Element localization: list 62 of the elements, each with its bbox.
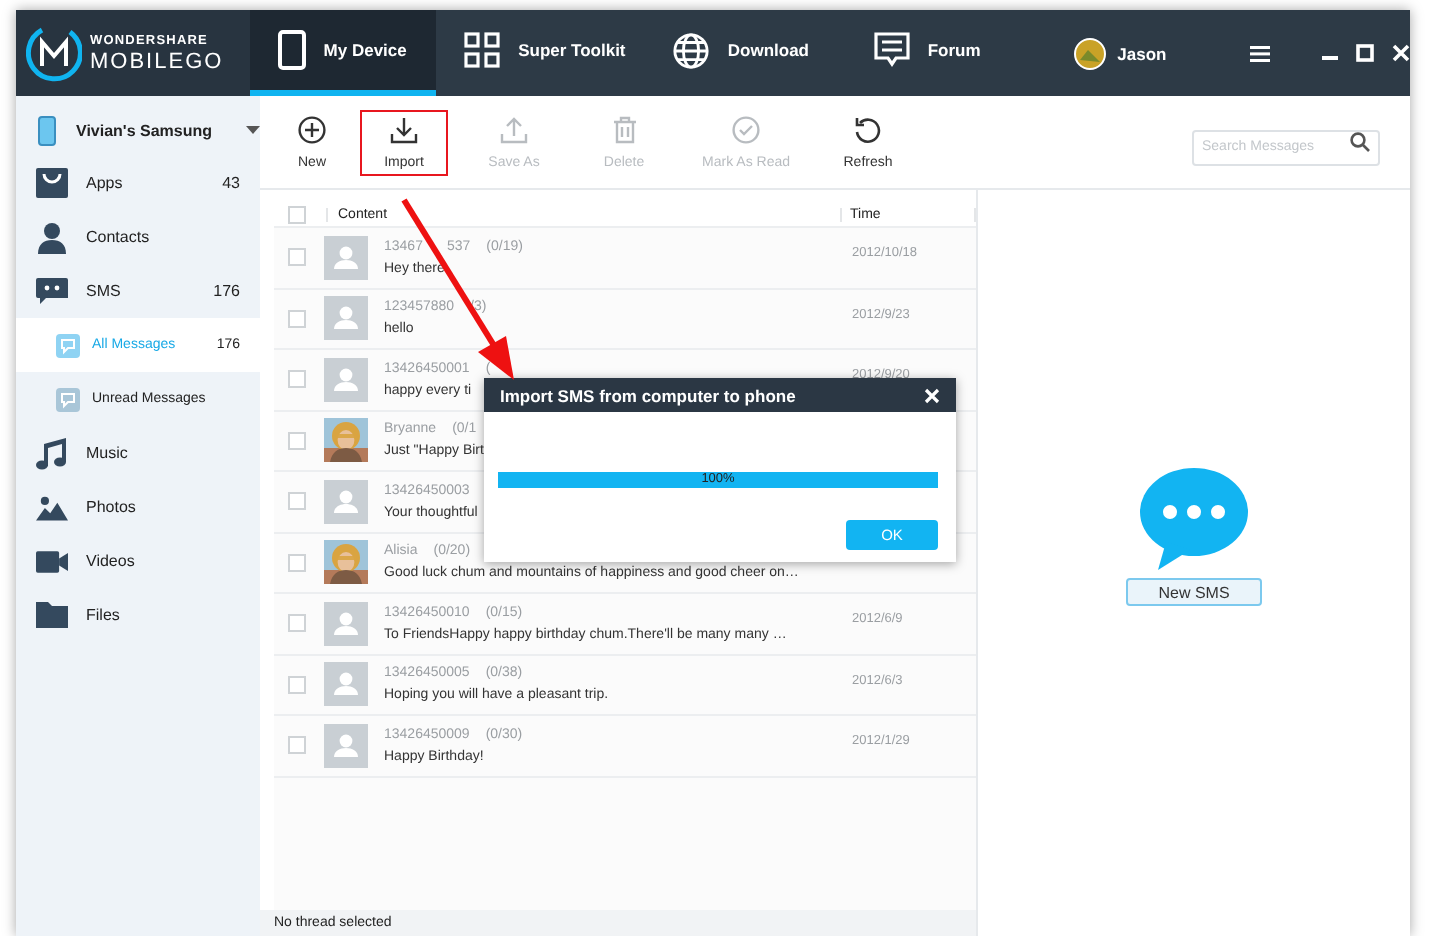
checkbox[interactable] <box>288 736 306 755</box>
video-camera-icon <box>36 549 68 573</box>
new-sms-button[interactable]: New SMS <box>1126 578 1262 606</box>
refresh-icon <box>854 115 883 143</box>
checkbox[interactable] <box>288 553 306 572</box>
chat-icon <box>56 333 80 357</box>
nav-tab[interactable]: Forum <box>845 10 1054 96</box>
checkbox[interactable] <box>288 370 306 389</box>
close-icon[interactable] <box>1391 44 1410 62</box>
sidebar-item[interactable]: Music <box>16 426 260 480</box>
sidebar-item[interactable]: Photos <box>16 480 260 534</box>
upload-icon <box>500 115 529 143</box>
music-note-icon <box>36 437 68 469</box>
avatar-icon <box>324 296 368 341</box>
product-name: MOBILEGO <box>90 49 224 73</box>
forum-icon <box>873 31 910 69</box>
chat-icon <box>56 387 80 411</box>
nav-tab[interactable]: Download <box>643 10 846 96</box>
dropdown-caret-icon[interactable] <box>246 126 260 134</box>
close-icon[interactable] <box>924 387 940 403</box>
checkbox[interactable] <box>288 431 306 450</box>
avatar-icon <box>324 235 368 280</box>
checkbox[interactable] <box>288 205 306 223</box>
avatar-icon <box>324 723 368 768</box>
dialog-title: Import SMS from computer to phone <box>500 385 796 405</box>
checkbox[interactable] <box>288 492 306 511</box>
sidebar-item[interactable]: Files <box>16 588 260 642</box>
mountain-icon <box>36 493 68 521</box>
sidebar-item[interactable]: SMS 176 <box>16 264 260 318</box>
globe-icon <box>671 31 710 69</box>
chat-bubble-icon <box>1138 466 1250 574</box>
bag-icon <box>36 168 68 198</box>
phone-icon <box>277 30 306 70</box>
avatar-icon <box>324 357 368 402</box>
checkbox[interactable] <box>288 675 306 694</box>
avatar-icon <box>324 601 368 646</box>
sidebar-item[interactable]: Apps 43 <box>16 156 260 210</box>
search-icon[interactable] <box>1350 132 1370 152</box>
logo-icon <box>26 23 82 83</box>
user-name: Jason <box>1117 43 1167 63</box>
avatar-icon <box>1073 37 1106 69</box>
checkbox[interactable] <box>288 309 306 328</box>
chat-icon <box>36 277 68 305</box>
nav-tab[interactable]: My Device <box>249 10 437 96</box>
avatar-icon <box>324 662 368 707</box>
download-icon <box>390 115 419 143</box>
grid-icon <box>464 32 501 68</box>
checkbox[interactable] <box>288 248 306 267</box>
trash-icon <box>611 115 638 143</box>
person-icon <box>36 221 68 253</box>
maximize-icon[interactable] <box>1355 44 1374 62</box>
sidebar-item[interactable]: Contacts <box>16 210 260 264</box>
check-circle-icon <box>732 115 761 143</box>
folder-icon <box>36 602 68 628</box>
avatar-icon <box>324 479 368 524</box>
nav-tab[interactable]: Super Toolkit <box>436 10 644 96</box>
phone-icon <box>38 115 56 145</box>
plus-icon <box>298 115 326 143</box>
menu-icon[interactable] <box>1249 45 1270 61</box>
sidebar-item[interactable]: Videos <box>16 534 260 588</box>
checkbox[interactable] <box>288 614 306 633</box>
device-name[interactable]: Vivian's Samsung <box>76 121 246 139</box>
